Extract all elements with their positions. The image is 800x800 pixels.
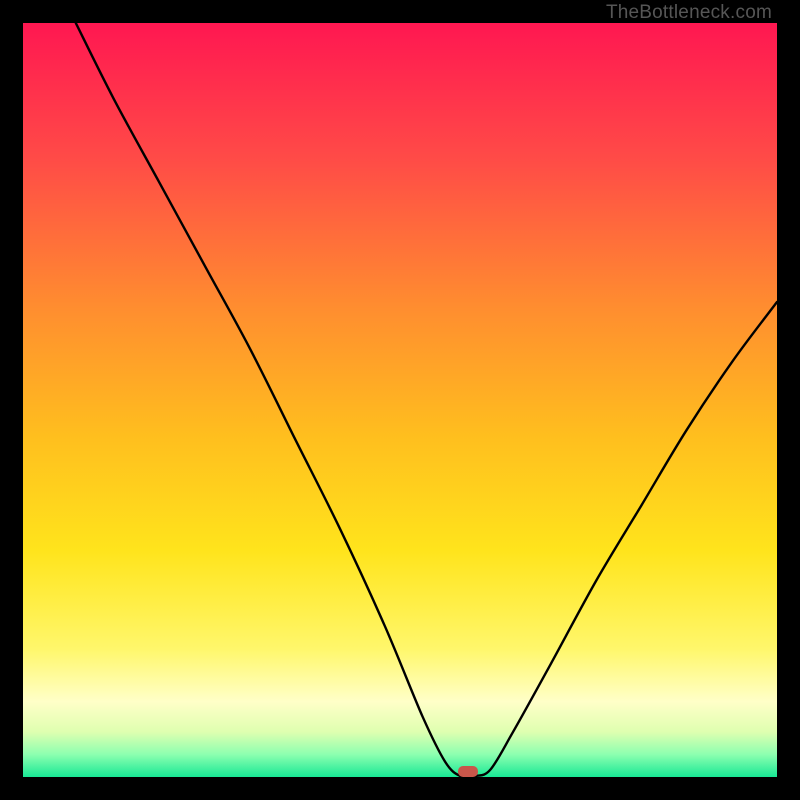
bottleneck-curve (23, 23, 777, 777)
plot-area (23, 23, 777, 777)
optimum-marker (458, 766, 478, 777)
watermark-text: TheBottleneck.com (606, 2, 772, 24)
chart-container: TheBottleneck.com (0, 0, 800, 800)
